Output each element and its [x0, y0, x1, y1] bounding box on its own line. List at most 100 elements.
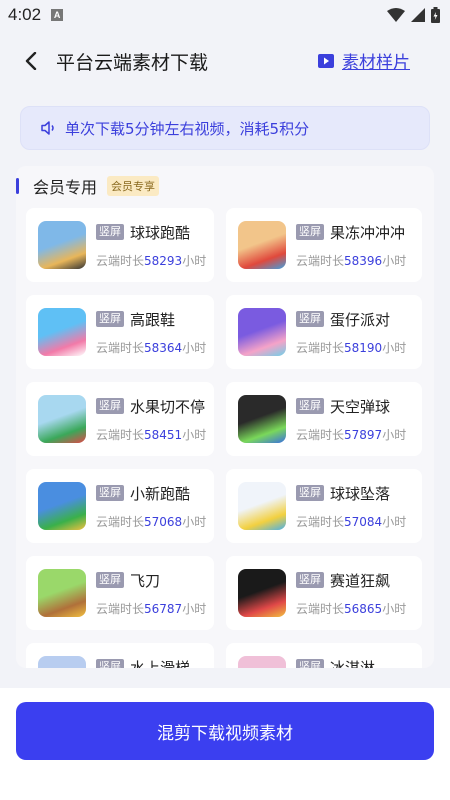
game-thumbnail — [38, 569, 86, 617]
duration-unit: 小时 — [382, 428, 407, 442]
cloud-duration: 云端时长58190小时 — [296, 339, 406, 356]
game-name: 水果切不停 — [130, 398, 206, 416]
cloud-duration: 云端时长56787小时 — [96, 600, 206, 617]
game-name: 小新跑酷 — [130, 485, 191, 503]
cloud-duration: 云端时长57068小时 — [96, 513, 206, 530]
game-thumbnail — [38, 482, 86, 530]
orientation-tag: 竖屏 — [296, 572, 324, 588]
game-card[interactable]: 竖屏水上滑梯云端时长小时 — [26, 643, 214, 668]
orientation-tag: 竖屏 — [296, 659, 324, 668]
duration-label: 云端时长 — [296, 428, 345, 442]
orientation-tag: 竖屏 — [296, 398, 324, 414]
game-card[interactable]: 竖屏 飞刀云端时长56787小时 — [26, 556, 214, 630]
game-thumbnail — [238, 221, 286, 269]
game-card[interactable]: 竖屏 小新跑酷云端时长57068小时 — [26, 469, 214, 543]
cloud-duration: 云端时长57897小时 — [296, 426, 406, 443]
duration-hours: 58396 — [344, 254, 383, 268]
duration-label: 云端时长 — [296, 602, 345, 616]
game-card[interactable]: 竖屏 果冻冲冲冲云端时长58396小时 — [226, 208, 422, 282]
game-name: 高跟鞋 — [130, 311, 176, 329]
duration-label: 云端时长 — [296, 515, 345, 529]
duration-unit: 小时 — [182, 515, 207, 529]
member-badge: 会员专享 — [107, 176, 160, 196]
game-thumbnail — [38, 221, 86, 269]
duration-unit: 小时 — [182, 254, 207, 268]
back-button[interactable] — [18, 48, 44, 74]
game-thumbnail — [238, 308, 286, 356]
game-thumbnail — [238, 569, 286, 617]
duration-unit: 小时 — [382, 515, 407, 529]
duration-unit: 小时 — [182, 428, 207, 442]
duration-label: 云端时长 — [296, 341, 345, 355]
orientation-tag: 竖屏 — [96, 398, 124, 414]
game-thumbnail — [38, 656, 86, 668]
game-name: 飞刀 — [130, 572, 161, 590]
game-card[interactable]: 竖屏 球球跑酷 云端时长58293小时 — [26, 208, 214, 282]
play-icon — [318, 53, 334, 68]
duration-hours: 57897 — [344, 428, 383, 442]
cloud-duration: 云端时长58364小时 — [96, 339, 206, 356]
game-thumbnail — [238, 656, 286, 668]
duration-unit: 小时 — [182, 341, 207, 355]
status-time: 4:02 — [8, 5, 42, 24]
duration-unit: 小时 — [382, 602, 407, 616]
a-icon: A — [51, 9, 64, 21]
game-card[interactable]: 竖屏 天空弹球 云端时长57897小时 — [226, 382, 422, 456]
game-grid: 竖屏 球球跑酷 云端时长58293小时 竖屏 果冻冲冲冲 云端时长58396小时 竖屏 高跟鞋… — [26, 208, 424, 668]
section-title: 会员专用 — [33, 178, 98, 197]
speaker-icon — [41, 121, 54, 135]
cloud-duration: 云端时长58451小时 — [96, 426, 206, 443]
orientation-tag: 竖屏 — [296, 311, 324, 327]
game-card[interactable]: 竖屏 高跟鞋 云端时长58364小时 — [26, 295, 214, 369]
duration-label: 云端时长 — [96, 515, 145, 529]
game-thumbnail — [38, 395, 86, 443]
duration-hours: 58293 — [144, 254, 183, 268]
samples-label: 素材样片 — [342, 53, 410, 73]
bottom-action-bar: 混剪下载视频素材 — [0, 688, 450, 800]
duration-hours: 58364 — [144, 341, 183, 355]
duration-hours: 56787 — [144, 602, 183, 616]
game-card[interactable]: 竖屏 水果切不停云端时长58451小时 — [26, 382, 214, 456]
duration-label: 云端时长 — [96, 254, 145, 268]
back-arrow-icon — [25, 52, 37, 70]
wifi-icon — [387, 8, 405, 22]
orientation-tag: 竖屏 — [296, 485, 324, 501]
orientation-tag: 竖屏 — [96, 659, 124, 668]
duration-label: 云端时长 — [96, 341, 145, 355]
duration-hours: 58451 — [144, 428, 183, 442]
orientation-tag: 竖屏 — [96, 572, 124, 588]
cloud-duration: 云端时长58396小时 — [296, 252, 406, 269]
notice-banner: 单次下载5分钟左右视频，消耗5积分 — [20, 106, 430, 150]
game-name: 赛道狂飙 — [330, 572, 391, 590]
cloud-duration: 云端时长58293小时 — [96, 252, 206, 269]
page-title: 平台云端素材下载 — [56, 52, 209, 74]
game-name: 果冻冲冲冲 — [330, 224, 406, 242]
top-app-bar: 平台云端素材下载 素材样片 — [0, 38, 450, 84]
duration-unit: 小时 — [182, 602, 207, 616]
game-name: 球球坠落 — [330, 485, 391, 503]
cloud-duration: 云端时长57084小时 — [296, 513, 406, 530]
cloud-duration: 云端时长56865小时 — [296, 600, 406, 617]
signal-icon — [411, 8, 425, 22]
game-card[interactable]: 竖屏 蛋仔派对云端时长58190小时 — [226, 295, 422, 369]
game-card[interactable]: 竖屏 赛道狂飙云端时长56865小时 — [226, 556, 422, 630]
orientation-tag: 竖屏 — [96, 485, 124, 501]
game-name: 蛋仔派对 — [330, 311, 391, 329]
duration-unit: 小时 — [382, 341, 407, 355]
game-card[interactable]: 竖屏 球球坠落云端时长57084小时 — [226, 469, 422, 543]
game-card[interactable]: 竖屏冰淇淋云端时长小时 — [226, 643, 422, 668]
orientation-tag: 竖屏 — [96, 224, 124, 240]
samples-link[interactable]: 素材样片 — [318, 48, 410, 73]
duration-label: 云端时长 — [296, 254, 345, 268]
duration-hours: 57068 — [144, 515, 183, 529]
orientation-tag: 竖屏 — [296, 224, 324, 240]
duration-unit: 小时 — [382, 254, 407, 268]
section-header: 会员专用 会员专享 — [16, 174, 160, 198]
game-thumbnail — [38, 308, 86, 356]
mix-download-button[interactable]: 混剪下载视频素材 — [16, 702, 434, 760]
notice-text: 单次下载5分钟左右视频，消耗5积分 — [65, 119, 310, 138]
game-thumbnail — [238, 395, 286, 443]
member-section: 会员专用 会员专享 竖屏 球球跑酷 云端时长58293小时 竖屏 果冻冲冲冲 云端时长58… — [16, 166, 434, 668]
game-name: 水上滑梯 — [130, 659, 191, 668]
status-icons — [387, 7, 440, 23]
